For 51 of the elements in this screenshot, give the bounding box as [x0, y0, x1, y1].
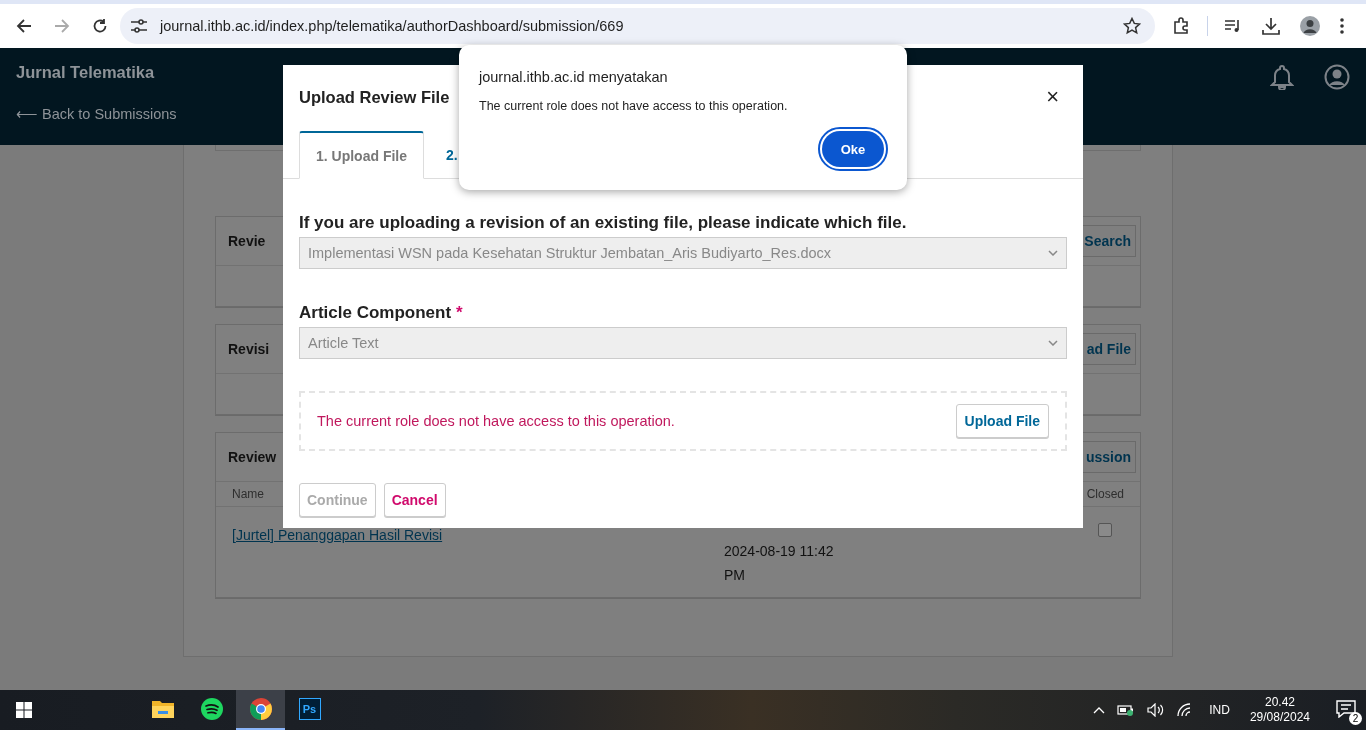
dialog-title: Upload Review File	[299, 87, 450, 107]
clock-date[interactable]: 29/08/2024	[1249, 710, 1310, 725]
address-bar[interactable]: journal.ithb.ac.id/index.php/telematika/authorDashboard/submission/669	[120, 8, 1155, 44]
panel-title: Revisi	[228, 341, 270, 357]
site-title[interactable]: Jurnal Telematika	[16, 63, 177, 82]
error-message: The current role does not have access to this operation.	[317, 413, 675, 429]
media-queue-icon[interactable]	[1224, 18, 1242, 34]
discussion-link[interactable]: [Jurtel] Penanggapan Hasil Revisi	[232, 527, 724, 587]
taskbar-app[interactable]	[236, 690, 285, 730]
caret-up-icon[interactable]	[1093, 706, 1106, 714]
component-select[interactable]: Article Text	[299, 327, 1067, 359]
photoshop-app-label: Ps	[298, 698, 321, 720]
user-account-icon[interactable]	[1324, 64, 1350, 90]
browser-app-icon	[249, 698, 272, 720]
required-asterisk: *	[456, 303, 463, 322]
date-text: 2024-08-19 11:42	[724, 543, 835, 559]
back-link[interactable]: ⟵ Back to Submissions	[16, 106, 177, 122]
language-indicator[interactable]: IND	[1209, 703, 1230, 717]
file-select[interactable]: Implementasi WSN pada Kesehatan Struktur Jembatan_Aris Budiyarto_Res.docx	[299, 237, 1067, 269]
column-header: Name	[232, 487, 264, 501]
alert-title: journal.ithb.ac.id menyatakan	[479, 69, 669, 85]
site-settings-icon[interactable]	[130, 19, 148, 33]
bookmark-star-icon[interactable]	[1123, 17, 1141, 35]
profile-avatar-icon[interactable]	[1300, 16, 1320, 36]
alert-message: The current role does not have access to this operation.	[479, 99, 789, 113]
speaker-icon[interactable]	[1147, 703, 1166, 717]
windows-start-icon[interactable]	[16, 702, 32, 718]
taskbar-app[interactable]: Ps	[285, 690, 334, 730]
notification-count: 2	[1349, 711, 1362, 725]
folder-icon	[150, 699, 175, 719]
chevron-down-icon[interactable]	[1048, 250, 1058, 256]
chevron-down-icon[interactable]	[1048, 340, 1058, 346]
upload-file-button[interactable]: Upload File	[955, 404, 1049, 438]
step-tab[interactable]: 1. Upload File	[299, 131, 424, 179]
more-menu-icon[interactable]	[1340, 18, 1344, 34]
bell-icon[interactable]	[1270, 64, 1294, 90]
download-icon[interactable]	[1262, 17, 1280, 35]
music-app-icon	[200, 698, 223, 720]
column-header: Closed	[1086, 487, 1124, 501]
puzzle-piece-icon[interactable]	[1173, 17, 1191, 35]
field-label: Article Component	[299, 303, 452, 322]
field-label: If you are uploading a revision of an existing file, please indicate which file.	[299, 213, 908, 233]
battery-icon[interactable]	[1117, 704, 1136, 716]
panel-title: Review	[228, 449, 277, 465]
time-text: PM	[724, 567, 746, 583]
close-button[interactable]: ×	[1038, 84, 1067, 110]
panel-title: Revie	[228, 233, 266, 249]
clock-time[interactable]: 20.42	[1264, 695, 1295, 710]
dialog-button[interactable]: Cancel	[383, 483, 446, 517]
url-text: journal.ithb.ac.id/index.php/telematika/authorDashboard/submission/669	[160, 18, 625, 34]
closed-checkbox[interactable]	[1098, 523, 1112, 537]
